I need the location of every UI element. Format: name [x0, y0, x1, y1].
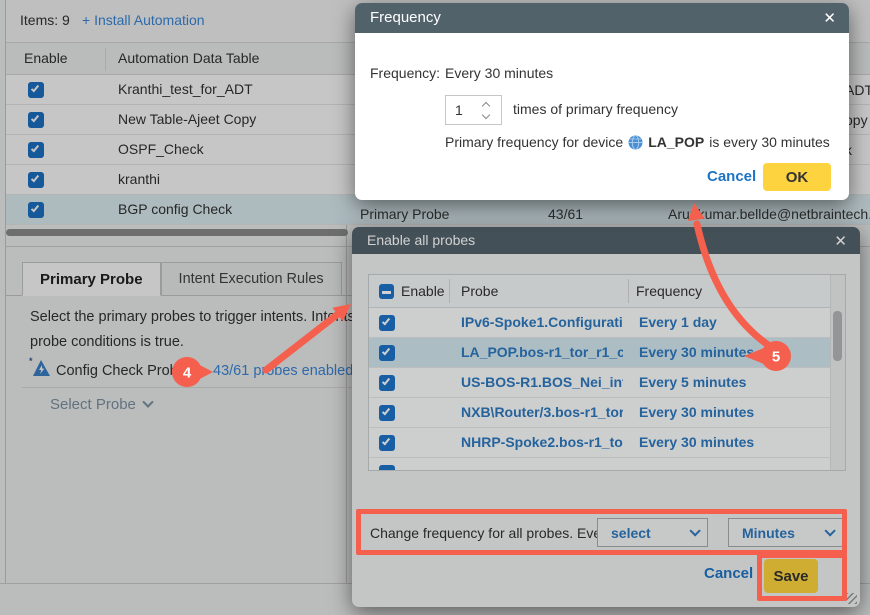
frequency-value: Every 30 minutes [445, 65, 553, 81]
spin-up-icon[interactable] [482, 101, 490, 109]
primary-frequency-note: Primary frequency for device LA_POP is e… [445, 134, 830, 150]
note-suffix: is every 30 minutes [709, 134, 830, 150]
device-globe-icon [628, 135, 643, 150]
frequency-label: Frequency: [370, 65, 440, 81]
ok-button[interactable]: OK [763, 163, 831, 191]
spin-down-icon[interactable] [482, 110, 490, 118]
times-suffix-label: times of primary frequency [513, 101, 678, 117]
cancel-button[interactable]: Cancel [707, 168, 756, 185]
device-name: LA_POP [648, 134, 704, 150]
close-icon[interactable]: ✕ [823, 9, 836, 27]
dialog-title: Frequency [370, 9, 441, 26]
screen: Items: 9 + Install Automation Enable Aut… [0, 0, 870, 615]
frequency-dialog: Frequency ✕ Frequency: Every 30 minutes … [355, 3, 849, 200]
number-stepper[interactable] [477, 99, 495, 121]
note-prefix: Primary frequency for device [445, 134, 623, 150]
dialog-header: Frequency ✕ [355, 3, 849, 33]
